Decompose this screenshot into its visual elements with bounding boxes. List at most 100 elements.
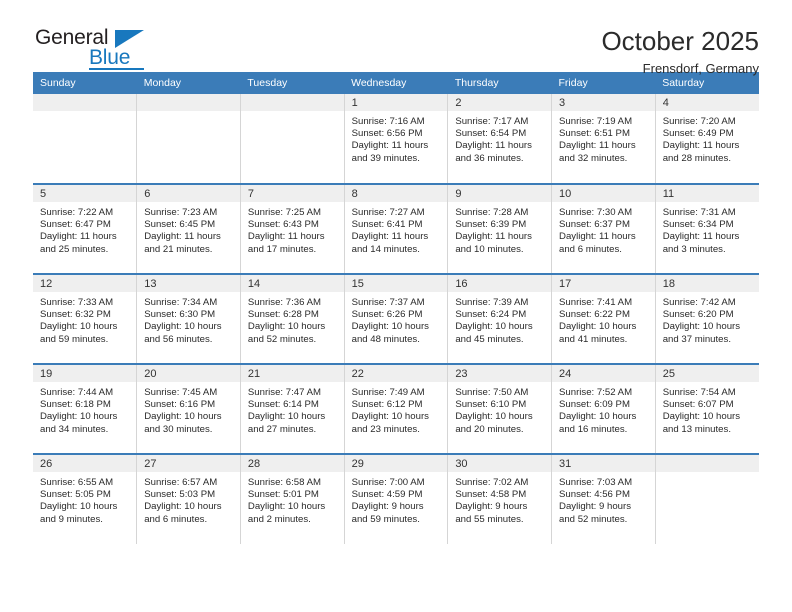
day-number: 31 (552, 455, 655, 472)
sunset-text: Sunset: 6:09 PM (559, 399, 630, 411)
day-number: 18 (655, 275, 759, 292)
calendar-day-cell[interactable]: 7 Sunrise: 7:25 AM Sunset: 6:43 PM Daylight… (240, 183, 345, 274)
sunrise-text: Sunrise: 7:16 AM (351, 116, 425, 127)
calendar-week-row: 1 Sunrise: 7:16 AM Sunset: 6:56 PM Daylight… (33, 94, 759, 184)
day-details: Sunrise: 7:25 AM Sunset: 6:43 PM Daylight:… (241, 202, 344, 256)
day-details: Sunrise: 7:28 AM Sunset: 6:39 PM Daylight:… (448, 202, 551, 256)
sunset-text: Sunset: 6:47 PM (40, 219, 111, 231)
calendar-day-cell[interactable]: 9 Sunrise: 7:28 AM Sunset: 6:39 PM Daylight… (447, 183, 553, 274)
sunset-text: Sunset: 6:39 PM (455, 219, 527, 231)
day-number: 12 (33, 275, 137, 292)
calendar-day-cell[interactable]: 23 Sunrise: 7:50 AM Sunset: 6:10 PM Dayligh… (447, 363, 553, 454)
sunrise-text: Sunrise: 7:23 AM (144, 207, 218, 218)
calendar-day-cell[interactable]: 11 Sunrise: 7:31 AM Sunset: 6:34 PM Dayligh… (655, 183, 759, 274)
weekday-header-wednesday: Wednesday (344, 72, 448, 94)
daylight-text-line1: Daylight: 10 hours (351, 321, 429, 333)
calendar-day-cell[interactable]: 10 Sunrise: 7:30 AM Sunset: 6:37 PM Dayligh… (551, 183, 656, 274)
calendar-day-cell[interactable]: 24 Sunrise: 7:52 AM Sunset: 6:09 PM Dayligh… (551, 363, 656, 454)
daylight-text-line2: and 14 minutes. (351, 243, 420, 255)
calendar-day-cell[interactable]: 15 Sunrise: 7:37 AM Sunset: 6:26 PM Dayligh… (344, 273, 449, 364)
weekday-header-thursday: Thursday (447, 72, 552, 94)
calendar-day-cell[interactable]: 30 Sunrise: 7:02 AM Sunset: 4:58 PM Dayligh… (447, 453, 553, 544)
daylight-text-line2: and 39 minutes. (351, 152, 420, 164)
day-number: 6 (137, 185, 240, 202)
calendar-day-cell[interactable]: 4 Sunrise: 7:20 AM Sunset: 6:49 PM Daylight… (655, 94, 759, 184)
calendar-day-cell[interactable]: 19 Sunrise: 7:44 AM Sunset: 6:18 PM Dayligh… (33, 363, 138, 454)
sunrise-text: Sunrise: 7:28 AM (455, 207, 529, 218)
calendar-day-cell[interactable]: 21 Sunrise: 7:47 AM Sunset: 6:14 PM Dayligh… (240, 363, 345, 454)
day-details: Sunrise: 7:02 AM Sunset: 4:58 PM Daylight:… (448, 472, 551, 526)
sunrise-text: Sunrise: 7:45 AM (144, 387, 218, 398)
daylight-text-line1: Daylight: 9 hours (559, 501, 632, 513)
logo-text-blue: Blue (89, 46, 131, 69)
day-details: Sunrise: 7:03 AM Sunset: 4:56 PM Daylight:… (552, 472, 655, 526)
day-number: 27 (137, 455, 240, 472)
calendar-day-cell[interactable]: 3 Sunrise: 7:19 AM Sunset: 6:51 PM Daylight… (551, 94, 656, 184)
day-number: 7 (240, 185, 344, 202)
daylight-text-line1: Daylight: 10 hours (144, 501, 222, 513)
day-number: 14 (240, 275, 344, 292)
day-details: Sunrise: 7:33 AM Sunset: 6:32 PM Daylight:… (33, 292, 136, 346)
calendar-day-cell[interactable]: 8 Sunrise: 7:27 AM Sunset: 6:41 PM Daylight… (344, 183, 449, 274)
daylight-text-line2: and 3 minutes. (662, 243, 726, 255)
generalblue-logo: General Blue (33, 26, 163, 72)
calendar-day-cell[interactable]: 28 Sunrise: 6:58 AM Sunset: 5:01 PM Dayligh… (240, 453, 345, 544)
calendar-empty-cell (240, 94, 345, 184)
daylight-text-line2: and 9 minutes. (40, 513, 103, 525)
daylight-text-line1: Daylight: 10 hours (662, 321, 741, 333)
day-number: 16 (448, 275, 552, 292)
calendar-day-cell[interactable]: 6 Sunrise: 7:23 AM Sunset: 6:45 PM Daylight… (136, 183, 241, 274)
calendar-day-cell[interactable]: 27 Sunrise: 6:57 AM Sunset: 5:03 PM Dayligh… (136, 453, 241, 544)
daylight-text-line2: and 28 minutes. (662, 152, 731, 164)
calendar-week-row: 5 Sunrise: 7:22 AM Sunset: 6:47 PM Daylight… (33, 183, 759, 274)
sunrise-text: Sunrise: 7:02 AM (455, 477, 529, 488)
daylight-text-line1: Daylight: 10 hours (144, 411, 222, 423)
day-details: Sunrise: 7:20 AM Sunset: 6:49 PM Daylight:… (656, 111, 759, 165)
daylight-text-line2: and 2 minutes. (247, 513, 311, 525)
calendar-day-cell[interactable]: 14 Sunrise: 7:36 AM Sunset: 6:28 PM Dayligh… (240, 273, 345, 364)
day-details: Sunrise: 7:42 AM Sunset: 6:20 PM Daylight:… (656, 292, 759, 346)
sunrise-text: Sunrise: 7:41 AM (559, 297, 633, 308)
sunrise-text: Sunrise: 7:33 AM (40, 297, 114, 308)
calendar-page: General Blue October 2025 Frensdorf, Ger… (0, 0, 792, 612)
sunset-text: Sunset: 6:18 PM (40, 399, 111, 411)
calendar-day-cell[interactable]: 1 Sunrise: 7:16 AM Sunset: 6:56 PM Daylight… (344, 94, 449, 184)
daylight-text-line2: and 37 minutes. (662, 333, 731, 345)
day-details: Sunrise: 7:39 AM Sunset: 6:24 PM Daylight:… (448, 292, 551, 346)
calendar-day-cell[interactable]: 25 Sunrise: 7:54 AM Sunset: 6:07 PM Dayligh… (655, 363, 759, 454)
daylight-text-line2: and 52 minutes. (247, 333, 317, 345)
calendar-empty-cell (136, 94, 241, 184)
day-details: Sunrise: 7:41 AM Sunset: 6:22 PM Daylight:… (552, 292, 655, 346)
daylight-text-line2: and 10 minutes. (455, 243, 524, 255)
sunrise-text: Sunrise: 7:37 AM (351, 297, 425, 308)
sunrise-text: Sunrise: 7:30 AM (559, 207, 633, 218)
day-number: 25 (655, 365, 759, 382)
weekday-header-monday: Monday (136, 72, 241, 94)
day-details: Sunrise: 7:30 AM Sunset: 6:37 PM Daylight:… (552, 202, 655, 256)
sunset-text: Sunset: 6:22 PM (559, 309, 630, 321)
sunset-text: Sunset: 5:05 PM (40, 489, 111, 501)
sunrise-text: Sunrise: 7:34 AM (144, 297, 218, 308)
calendar-day-cell[interactable]: 22 Sunrise: 7:49 AM Sunset: 6:12 PM Dayligh… (344, 363, 449, 454)
calendar-day-cell[interactable]: 16 Sunrise: 7:39 AM Sunset: 6:24 PM Dayligh… (447, 273, 553, 364)
day-details: Sunrise: 7:47 AM Sunset: 6:14 PM Daylight:… (241, 382, 344, 436)
calendar-day-cell[interactable]: 17 Sunrise: 7:41 AM Sunset: 6:22 PM Dayligh… (551, 273, 656, 364)
calendar-day-cell[interactable]: 26 Sunrise: 6:55 AM Sunset: 5:05 PM Dayligh… (33, 453, 138, 544)
calendar-day-cell[interactable]: 18 Sunrise: 7:42 AM Sunset: 6:20 PM Dayligh… (655, 273, 759, 364)
calendar-day-cell[interactable]: 2 Sunrise: 7:17 AM Sunset: 6:54 PM Daylight… (447, 94, 553, 184)
daylight-text-line1: Daylight: 9 hours (455, 501, 528, 513)
daylight-text-line1: Daylight: 10 hours (247, 321, 326, 333)
calendar-day-cell[interactable]: 31 Sunrise: 7:03 AM Sunset: 4:56 PM Dayligh… (551, 453, 656, 544)
day-number (33, 94, 137, 111)
daylight-text-line2: and 20 minutes. (455, 423, 524, 435)
calendar-day-cell[interactable]: 20 Sunrise: 7:45 AM Sunset: 6:16 PM Dayligh… (136, 363, 241, 454)
calendar-empty-cell (655, 453, 759, 544)
day-number: 24 (552, 365, 655, 382)
day-number: 22 (344, 365, 448, 382)
day-details: Sunrise: 7:16 AM Sunset: 6:56 PM Daylight:… (345, 111, 448, 165)
calendar-day-cell[interactable]: 29 Sunrise: 7:00 AM Sunset: 4:59 PM Dayligh… (344, 453, 449, 544)
calendar-day-cell[interactable]: 13 Sunrise: 7:34 AM Sunset: 6:30 PM Dayligh… (136, 273, 241, 364)
sunrise-text: Sunrise: 7:47 AM (247, 387, 321, 398)
calendar-day-cell[interactable]: 12 Sunrise: 7:33 AM Sunset: 6:32 PM Dayligh… (33, 273, 138, 364)
calendar-day-cell[interactable]: 5 Sunrise: 7:22 AM Sunset: 6:47 PM Daylight… (33, 183, 138, 274)
